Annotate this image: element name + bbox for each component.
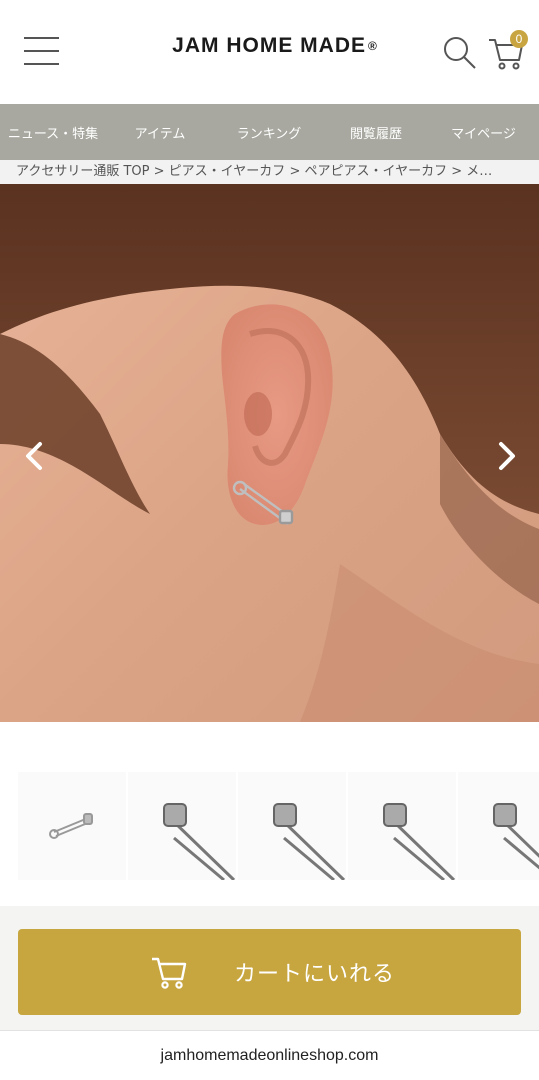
breadcrumb-item-current: メ… bbox=[466, 164, 493, 179]
breadcrumb: アクセサリー通販 TOP > ピアス・イヤーカフ > ペアピアス・イヤーカフ >… bbox=[0, 160, 539, 184]
breadcrumb-item-top[interactable]: アクセサリー通販 TOP bbox=[16, 164, 150, 179]
thumbnail-safety-pin-earring[interactable] bbox=[18, 772, 126, 880]
breadcrumb-item-pierce[interactable]: ピアス・イヤーカフ bbox=[169, 164, 286, 179]
thumbnail-safety-pin-closeup[interactable] bbox=[238, 772, 346, 880]
site-header: JAM HOME MADE ® 0 bbox=[0, 0, 539, 104]
global-nav: ニュース・特集 アイテム ランキング 閲覧履歴 マイページ bbox=[0, 104, 539, 160]
nav-item-ranking[interactable]: ランキング bbox=[214, 123, 324, 142]
search-icon[interactable] bbox=[442, 35, 478, 71]
cart-icon bbox=[150, 953, 190, 991]
nav-item-items[interactable]: アイテム bbox=[106, 123, 214, 142]
brand-name: JAM HOME MADE bbox=[172, 34, 366, 57]
nav-item-mypage[interactable]: マイページ bbox=[428, 123, 539, 142]
breadcrumb-item-pair-pierce[interactable]: ペアピアス・イヤーカフ bbox=[304, 164, 447, 179]
hamburger-menu-icon[interactable] bbox=[24, 34, 60, 68]
nav-item-history[interactable]: 閲覧履歴 bbox=[324, 123, 428, 142]
nav-item-news[interactable]: ニュース・特集 bbox=[0, 123, 106, 142]
browser-url-bar[interactable]: jamhomemadeonlineshop.com bbox=[0, 1030, 539, 1080]
chevron-right-icon[interactable] bbox=[493, 438, 521, 474]
url-text: jamhomemadeonlineshop.com bbox=[160, 1047, 379, 1064]
breadcrumb-separator: > bbox=[289, 164, 305, 179]
brand-logo[interactable]: JAM HOME MADE ® bbox=[150, 34, 400, 58]
registered-mark: ® bbox=[368, 39, 378, 54]
thumbnail-safety-pin-closeup[interactable] bbox=[128, 772, 236, 880]
thumbnail-safety-pin-closeup[interactable] bbox=[348, 772, 456, 880]
breadcrumb-separator: > bbox=[451, 164, 467, 179]
add-to-cart-label: カートにいれる bbox=[234, 962, 396, 987]
product-main-image[interactable] bbox=[0, 184, 539, 722]
thumbnail-safety-pin-closeup[interactable] bbox=[458, 772, 539, 880]
cart-count-badge: 0 bbox=[510, 30, 528, 48]
breadcrumb-separator: > bbox=[153, 164, 169, 179]
chevron-left-icon[interactable] bbox=[20, 438, 48, 474]
add-to-cart-button[interactable]: カートにいれる bbox=[18, 929, 521, 1015]
gallery-spacer bbox=[0, 722, 539, 772]
thumbnail-strip bbox=[0, 772, 539, 880]
